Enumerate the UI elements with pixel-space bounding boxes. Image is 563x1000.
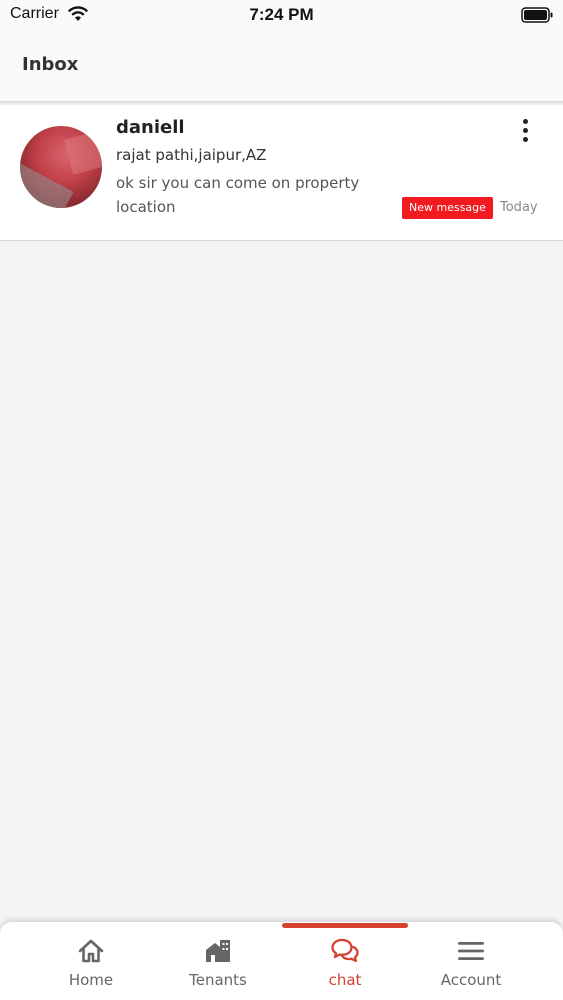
home-icon [78, 939, 104, 963]
inbox-header: Inbox [0, 30, 563, 102]
conversation-list-item[interactable]: daniell rajat pathi,jaipur,AZ ok sir you… [0, 105, 563, 241]
nav-item-chat[interactable]: chat [275, 936, 415, 996]
menu-icon [458, 942, 484, 960]
building-icon [206, 940, 230, 962]
nav-item-account[interactable]: Account [401, 936, 541, 996]
active-tab-indicator [282, 923, 408, 928]
conversation-last-message: ok sir you can come on property location [116, 174, 360, 216]
chat-bubbles-icon [331, 938, 359, 963]
nav-item-tenants[interactable]: Tenants [148, 936, 288, 996]
avatar [20, 126, 102, 208]
more-options-icon[interactable] [518, 119, 532, 145]
new-message-badge: New message [402, 197, 493, 219]
nav-label-chat: chat [328, 971, 362, 989]
conversation-date: Today [500, 200, 538, 215]
battery-icon [521, 7, 553, 23]
page-title: Inbox [22, 54, 79, 75]
clock-label: 7:24 PM [249, 5, 314, 24]
inbox-screen: Carrier 7:24 PM Inbox daniell rajat path… [0, 0, 563, 1000]
conversation-location: rajat pathi,jaipur,AZ [116, 146, 267, 164]
bottom-nav: Home Tenants chat Account [0, 922, 563, 1000]
nav-label-home: Home [68, 971, 114, 989]
nav-label-account: Account [440, 971, 502, 989]
conversation-name: daniell [116, 117, 185, 138]
status-bar: Carrier 7:24 PM [0, 0, 563, 30]
nav-item-home[interactable]: Home [21, 936, 161, 996]
nav-label-tenants: Tenants [189, 971, 247, 989]
